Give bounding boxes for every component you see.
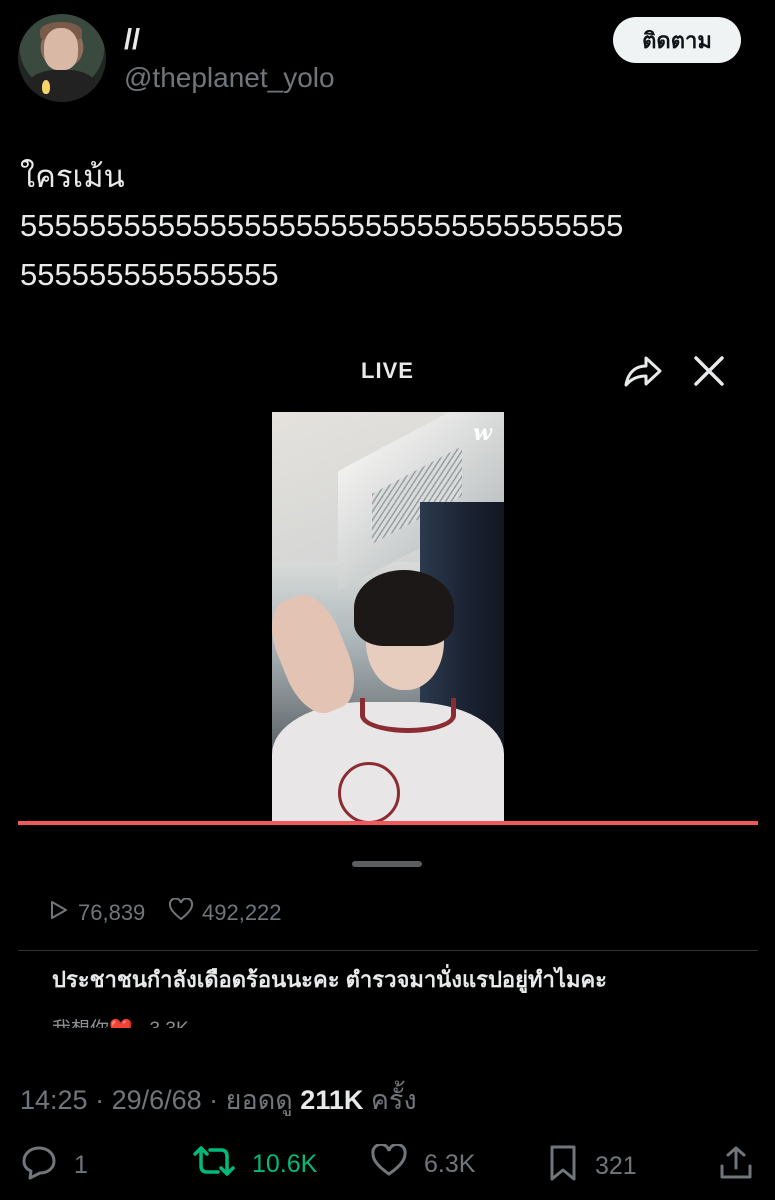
avatar[interactable] bbox=[18, 14, 106, 102]
share-icon[interactable] bbox=[622, 352, 664, 390]
reply-button[interactable]: 1 bbox=[20, 1144, 88, 1187]
display-name[interactable]: // bbox=[124, 24, 140, 57]
bookmark-count: 321 bbox=[595, 1152, 637, 1180]
playback-progress-bar[interactable] bbox=[18, 821, 758, 825]
reply-count: 1 bbox=[74, 1151, 88, 1179]
share-tweet-button[interactable] bbox=[718, 1144, 754, 1189]
heart-icon bbox=[370, 1142, 408, 1185]
repost-count: 10.6K bbox=[252, 1150, 318, 1178]
likes-count: 492,222 bbox=[202, 900, 282, 925]
views-count-total[interactable]: 211K bbox=[300, 1085, 363, 1115]
bookmark-button[interactable]: 321 bbox=[547, 1144, 637, 1189]
drag-handle[interactable] bbox=[352, 861, 422, 867]
like-count: 6.3K bbox=[424, 1150, 476, 1178]
provider-logo: w bbox=[473, 420, 492, 446]
repost-button[interactable]: 10.6K bbox=[192, 1144, 317, 1185]
tweet-time: 14:25 bbox=[20, 1085, 88, 1115]
live-comment-faded: 我想你❤️ · 3.3K bbox=[52, 1014, 189, 1028]
tweet-meta: 14:25 · 29/6/68 · ยอดดู 211K ครั้ง bbox=[20, 1085, 417, 1115]
live-comment: ประชาชนกำลังเดือดร้อนนะคะ ตำรวจมานั่งแรป… bbox=[52, 967, 607, 992]
like-button[interactable]: 6.3K bbox=[370, 1142, 476, 1185]
close-icon[interactable] bbox=[690, 352, 728, 390]
video-views: 76,839 bbox=[46, 898, 145, 928]
reply-icon bbox=[20, 1144, 58, 1187]
divider bbox=[18, 950, 758, 951]
live-video[interactable]: w bbox=[272, 412, 504, 824]
user-handle[interactable]: @theplanet_yolo bbox=[124, 62, 335, 94]
bookmark-icon bbox=[547, 1144, 579, 1189]
tweet-text: ใครเม้น 55555555555555555555555555555555… bbox=[20, 159, 624, 292]
tweet-date: 29/6/68 bbox=[111, 1085, 202, 1115]
heart-icon bbox=[168, 897, 194, 928]
views-prefix: ยอดดู bbox=[225, 1085, 293, 1115]
video-likes: 492,222 bbox=[168, 897, 282, 928]
play-icon bbox=[46, 898, 70, 928]
views-suffix: ครั้ง bbox=[370, 1085, 417, 1115]
repost-icon bbox=[192, 1144, 236, 1185]
views-count: 76,839 bbox=[78, 900, 146, 925]
upload-share-icon bbox=[718, 1144, 754, 1189]
follow-button[interactable]: ติดตาม bbox=[613, 17, 741, 63]
